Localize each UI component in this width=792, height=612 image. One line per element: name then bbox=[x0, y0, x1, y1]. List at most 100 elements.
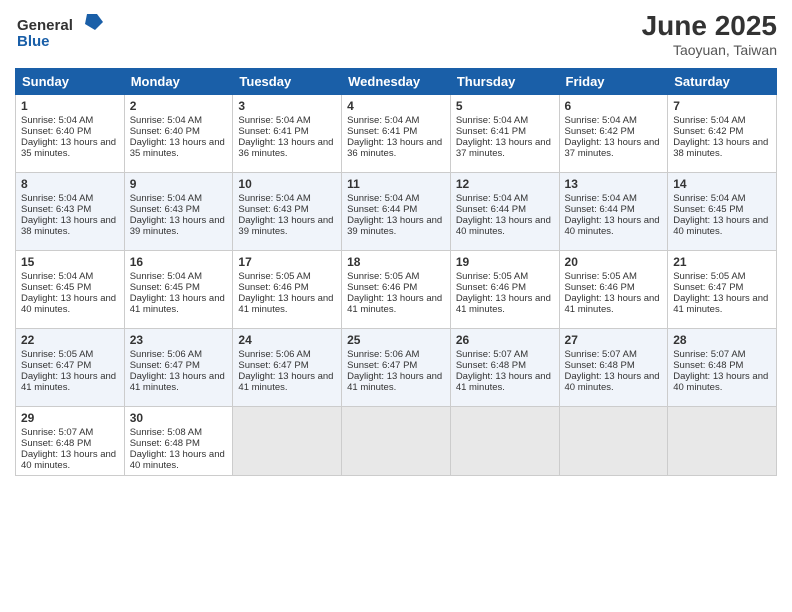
header: General Blue June 2025 Taoyuan, Taiwan bbox=[15, 10, 777, 60]
day-number: 17 bbox=[238, 255, 336, 269]
table-row: 30 Sunrise: 5:08 AMSunset: 6:48 PMDayligh… bbox=[124, 407, 233, 476]
daylight-text: Daylight: 13 hours and 39 minutes. bbox=[238, 215, 333, 237]
header-monday: Monday bbox=[124, 69, 233, 95]
location-title: Taoyuan, Taiwan bbox=[642, 42, 777, 58]
table-row: 21Sunrise: 5:05 AMSunset: 6:47 PMDayligh… bbox=[668, 251, 777, 329]
header-friday: Friday bbox=[559, 69, 668, 95]
table-row: 19Sunrise: 5:05 AMSunset: 6:46 PMDayligh… bbox=[450, 251, 559, 329]
sunrise-text: Sunrise: 5:06 AM bbox=[130, 349, 202, 360]
daylight-text: Daylight: 13 hours and 40 minutes. bbox=[130, 449, 225, 471]
sunset-text: Sunset: 6:42 PM bbox=[673, 126, 743, 137]
sunrise-text: Sunrise: 5:04 AM bbox=[347, 115, 419, 126]
table-row: 7Sunrise: 5:04 AMSunset: 6:42 PMDaylight… bbox=[668, 95, 777, 173]
daylight-text: Daylight: 13 hours and 36 minutes. bbox=[347, 137, 442, 159]
sunset-text: Sunset: 6:44 PM bbox=[347, 204, 417, 215]
daylight-text: Daylight: 13 hours and 40 minutes. bbox=[456, 215, 551, 237]
calendar-page: General Blue June 2025 Taoyuan, Taiwan S… bbox=[0, 0, 792, 612]
day-number: 6 bbox=[565, 99, 663, 113]
sunset-text: Sunset: 6:46 PM bbox=[565, 282, 635, 293]
sunset-text: Sunset: 6:40 PM bbox=[130, 126, 200, 137]
sunrise-text: Sunrise: 5:04 AM bbox=[673, 115, 745, 126]
day-number: 15 bbox=[21, 255, 119, 269]
day-number: 12 bbox=[456, 177, 554, 191]
sunset-text: Sunset: 6:40 PM bbox=[21, 126, 91, 137]
calendar-table: Sunday Monday Tuesday Wednesday Thursday… bbox=[15, 68, 777, 476]
day-number: 30 bbox=[130, 411, 228, 425]
day-number: 7 bbox=[673, 99, 771, 113]
sunset-text: Sunset: 6:48 PM bbox=[565, 360, 635, 371]
table-row: 14Sunrise: 5:04 AMSunset: 6:45 PMDayligh… bbox=[668, 173, 777, 251]
day-number: 22 bbox=[21, 333, 119, 347]
sunrise-text: Sunrise: 5:04 AM bbox=[673, 193, 745, 204]
day-number: 23 bbox=[130, 333, 228, 347]
sunrise-text: Sunrise: 5:08 AM bbox=[130, 427, 202, 438]
table-row bbox=[233, 407, 342, 476]
sunset-text: Sunset: 6:48 PM bbox=[456, 360, 526, 371]
sunset-text: Sunset: 6:41 PM bbox=[238, 126, 308, 137]
sunset-text: Sunset: 6:44 PM bbox=[565, 204, 635, 215]
sunset-text: Sunset: 6:48 PM bbox=[673, 360, 743, 371]
daylight-text: Daylight: 13 hours and 39 minutes. bbox=[130, 215, 225, 237]
daylight-text: Daylight: 13 hours and 37 minutes. bbox=[456, 137, 551, 159]
sunrise-text: Sunrise: 5:04 AM bbox=[456, 115, 528, 126]
day-number: 21 bbox=[673, 255, 771, 269]
day-number: 3 bbox=[238, 99, 336, 113]
day-number: 26 bbox=[456, 333, 554, 347]
sunset-text: Sunset: 6:47 PM bbox=[21, 360, 91, 371]
sunrise-text: Sunrise: 5:07 AM bbox=[456, 349, 528, 360]
header-saturday: Saturday bbox=[668, 69, 777, 95]
table-row: 29Sunrise: 5:07 AMSunset: 6:48 PMDayligh… bbox=[16, 407, 125, 476]
sunrise-text: Sunrise: 5:04 AM bbox=[21, 193, 93, 204]
day-number: 5 bbox=[456, 99, 554, 113]
weekday-header-row: Sunday Monday Tuesday Wednesday Thursday… bbox=[16, 69, 777, 95]
daylight-text: Daylight: 13 hours and 35 minutes. bbox=[130, 137, 225, 159]
table-row: 4Sunrise: 5:04 AMSunset: 6:41 PMDaylight… bbox=[342, 95, 451, 173]
day-number: 2 bbox=[130, 99, 228, 113]
daylight-text: Daylight: 13 hours and 35 minutes. bbox=[21, 137, 116, 159]
table-row: 23 Sunrise: 5:06 AMSunset: 6:47 PMDayligh… bbox=[124, 329, 233, 407]
sunset-text: Sunset: 6:43 PM bbox=[238, 204, 308, 215]
daylight-text: Daylight: 13 hours and 41 minutes. bbox=[238, 293, 333, 315]
sunrise-text: Sunrise: 5:07 AM bbox=[565, 349, 637, 360]
daylight-text: Daylight: 13 hours and 41 minutes. bbox=[673, 293, 768, 315]
logo-svg: General Blue bbox=[15, 10, 110, 55]
daylight-text: Daylight: 13 hours and 41 minutes. bbox=[456, 293, 551, 315]
table-row: 18Sunrise: 5:05 AMSunset: 6:46 PMDayligh… bbox=[342, 251, 451, 329]
sunset-text: Sunset: 6:42 PM bbox=[565, 126, 635, 137]
sunrise-text: Sunrise: 5:05 AM bbox=[456, 271, 528, 282]
daylight-text: Daylight: 13 hours and 41 minutes. bbox=[130, 293, 225, 315]
header-tuesday: Tuesday bbox=[233, 69, 342, 95]
day-number: 1 bbox=[21, 99, 119, 113]
sunrise-text: Sunrise: 5:06 AM bbox=[238, 349, 310, 360]
day-number: 20 bbox=[565, 255, 663, 269]
day-number: 8 bbox=[21, 177, 119, 191]
table-row: 3Sunrise: 5:04 AMSunset: 6:41 PMDaylight… bbox=[233, 95, 342, 173]
daylight-text: Daylight: 13 hours and 40 minutes. bbox=[21, 293, 116, 315]
day-number: 29 bbox=[21, 411, 119, 425]
sunset-text: Sunset: 6:47 PM bbox=[238, 360, 308, 371]
day-number: 16 bbox=[130, 255, 228, 269]
day-number: 4 bbox=[347, 99, 445, 113]
sunset-text: Sunset: 6:44 PM bbox=[456, 204, 526, 215]
day-number: 28 bbox=[673, 333, 771, 347]
sunset-text: Sunset: 6:48 PM bbox=[130, 438, 200, 449]
sunrise-text: Sunrise: 5:05 AM bbox=[238, 271, 310, 282]
sunrise-text: Sunrise: 5:07 AM bbox=[673, 349, 745, 360]
table-row: 24Sunrise: 5:06 AMSunset: 6:47 PMDayligh… bbox=[233, 329, 342, 407]
sunset-text: Sunset: 6:46 PM bbox=[456, 282, 526, 293]
sunrise-text: Sunrise: 5:04 AM bbox=[21, 271, 93, 282]
table-row: 28Sunrise: 5:07 AMSunset: 6:48 PMDayligh… bbox=[668, 329, 777, 407]
sunrise-text: Sunrise: 5:04 AM bbox=[456, 193, 528, 204]
daylight-text: Daylight: 13 hours and 37 minutes. bbox=[565, 137, 660, 159]
table-row bbox=[559, 407, 668, 476]
table-row: 15Sunrise: 5:04 AMSunset: 6:45 PMDayligh… bbox=[16, 251, 125, 329]
table-row: 22Sunrise: 5:05 AMSunset: 6:47 PMDayligh… bbox=[16, 329, 125, 407]
day-number: 13 bbox=[565, 177, 663, 191]
daylight-text: Daylight: 13 hours and 41 minutes. bbox=[130, 371, 225, 393]
table-row: 6Sunrise: 5:04 AMSunset: 6:42 PMDaylight… bbox=[559, 95, 668, 173]
daylight-text: Daylight: 13 hours and 40 minutes. bbox=[565, 215, 660, 237]
sunset-text: Sunset: 6:47 PM bbox=[130, 360, 200, 371]
svg-text:Blue: Blue bbox=[17, 33, 50, 50]
daylight-text: Daylight: 13 hours and 41 minutes. bbox=[347, 371, 442, 393]
day-number: 9 bbox=[130, 177, 228, 191]
